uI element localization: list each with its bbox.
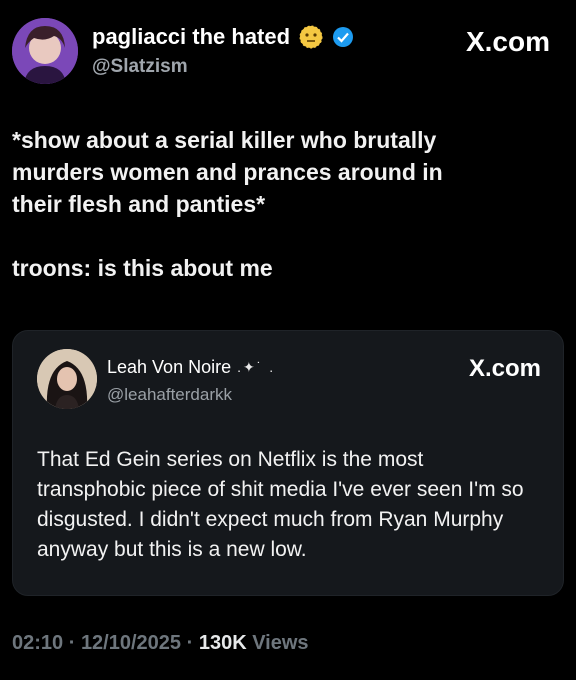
quoted-tweet-card[interactable]: Leah Von Noire .✦˙ . @leahafterdarkk X.c… [12, 330, 564, 596]
quoted-x-brand-label: X.com [468, 355, 541, 382]
quoted-avatar-image [37, 349, 97, 409]
tweet-line: troons: is this about me [12, 255, 273, 281]
views-label: Views [246, 632, 309, 654]
quoted-line: anyway but this is a new low. [37, 538, 307, 561]
tweet-date[interactable]: 12/10/2025 [81, 632, 181, 654]
quoted-tweet-body: That Ed Gein series on Netflix is the mo… [37, 445, 557, 565]
tweet-line: murders women and prances around in [12, 159, 443, 185]
tweet-body: *show about a serial killer who brutally… [12, 124, 552, 284]
author-avatar-image [12, 18, 78, 84]
sparkle-text: .✦˙ . [237, 359, 276, 375]
author-name[interactable]: pagliacci the hated [92, 24, 290, 50]
quoted-author-name[interactable]: Leah Von Noire [107, 357, 231, 378]
tweet-line: their flesh and panties* [12, 191, 266, 217]
quoted-line: That Ed Gein series on Netflix is the mo… [37, 448, 424, 471]
meta-separator: · [63, 632, 81, 654]
views-count: 130K [198, 632, 247, 654]
quoted-line: disgusted. I didn't expect much from Rya… [37, 508, 504, 531]
quoted-author-avatar[interactable] [37, 349, 97, 409]
meta-separator: · [181, 632, 199, 654]
tweet-meta: 02:10 · 12/10/2025 · 130K Views [12, 632, 309, 655]
author-handle[interactable]: @Slatzism [92, 56, 188, 78]
verified-badge-icon [332, 26, 354, 48]
tweet-line: *show about a serial killer who brutally [12, 127, 437, 153]
x-brand-label: X.com [465, 26, 550, 57]
quoted-author-handle[interactable]: @leahafterdarkk [107, 385, 232, 405]
author-avatar[interactable] [12, 18, 78, 84]
tweet-time[interactable]: 02:10 [12, 632, 63, 654]
dotted-face-icon [298, 24, 324, 50]
quoted-line: transphobic piece of shit media I've eve… [37, 478, 524, 501]
tweet-header: pagliacci the hated @Slatzism X.com [12, 14, 564, 86]
